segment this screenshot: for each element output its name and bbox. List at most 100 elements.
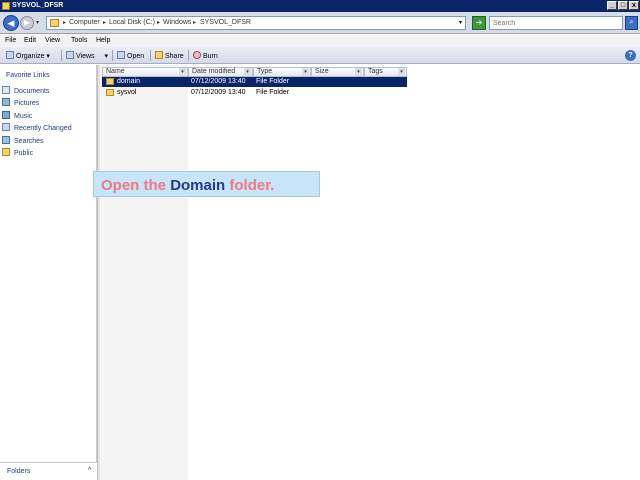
folder-icon: [106, 78, 114, 85]
breadcrumb-separator[interactable]: ▸: [63, 19, 66, 26]
favorite-links-heading: Favorite Links: [6, 72, 50, 79]
breadcrumb-item-windows[interactable]: Windows: [163, 19, 191, 26]
organize-label: Organize: [16, 53, 45, 60]
help-icon[interactable]: ?: [625, 50, 636, 61]
window-title: SYSVOL_DFSR: [12, 2, 64, 9]
open-button[interactable]: Open: [117, 51, 144, 61]
breadcrumb-item-computer[interactable]: Computer: [69, 19, 100, 26]
file-name: domain: [117, 78, 140, 85]
chevron-down-icon: ▾: [104, 53, 109, 60]
instruction-prefix: Open the: [101, 177, 167, 194]
searches-icon: [2, 136, 10, 144]
pictures-icon: [2, 98, 10, 106]
views-button[interactable]: Views ▾: [66, 51, 108, 61]
column-header-label: Type: [257, 68, 273, 75]
column-header-label: Tags: [368, 68, 383, 75]
share-label: Share: [165, 53, 184, 60]
column-header-date-modified[interactable]: Date modified ▾: [188, 67, 253, 77]
file-type: File Folder: [256, 89, 290, 96]
instruction-text: Open the Domain folder.: [101, 177, 274, 194]
file-name: sysvol: [117, 89, 137, 96]
navigation-pane: Favorite Links Documents Pictures Music …: [0, 65, 97, 480]
nav-link-label: Music: [14, 113, 33, 120]
folders-toggle[interactable]: Folders ^: [0, 462, 97, 480]
public-folder-icon: [2, 148, 10, 156]
instruction-target: Domain: [170, 177, 226, 194]
minimize-button[interactable]: _: [607, 1, 617, 10]
nav-link-label: Recently Changed: [14, 125, 72, 132]
toolbar-divider: [188, 50, 189, 61]
address-dropdown-icon[interactable]: ▾: [459, 19, 462, 26]
nav-link-label: Pictures: [14, 100, 40, 107]
nav-link-music[interactable]: Music: [2, 111, 32, 121]
nav-link-label: Public: [14, 150, 34, 157]
burn-label: Burn: [203, 53, 218, 60]
organize-icon: [6, 51, 14, 59]
breadcrumb-item-sysvol-dfsr[interactable]: SYSVOL_DFSR: [200, 19, 251, 26]
column-header-label: Name: [106, 68, 125, 75]
menu-edit[interactable]: Edit: [24, 37, 36, 44]
column-header-size[interactable]: Size ▾: [311, 67, 364, 77]
file-row-domain[interactable]: domain 07/12/2009 13:40 File Folder: [102, 77, 407, 87]
breadcrumb-separator[interactable]: ▸: [157, 19, 160, 26]
address-bar: ◀ ▶ ▾ ▸ Computer ▸ Local Disk (C:) ▸ Win…: [0, 12, 640, 34]
breadcrumb-item-local-disk[interactable]: Local Disk (C:): [109, 19, 155, 26]
back-arrow-icon[interactable]: ◀: [3, 15, 19, 31]
column-filter-icon[interactable]: ▾: [355, 68, 362, 76]
search-input[interactable]: [490, 17, 608, 29]
column-header-type[interactable]: Type ▾: [253, 67, 311, 77]
nav-link-documents[interactable]: Documents: [2, 86, 49, 96]
breadcrumb[interactable]: ▸ Computer ▸ Local Disk (C:) ▸ Windows ▸…: [46, 16, 466, 30]
history-dropdown-icon[interactable]: ▾: [36, 19, 39, 26]
column-header-tags[interactable]: Tags ▾: [364, 67, 407, 77]
recently-changed-icon: [2, 123, 10, 131]
column-header-name[interactable]: Name ▾: [102, 67, 188, 77]
file-list: Name ▾ Date modified ▾ Type ▾ Size ▾ Tag…: [100, 65, 640, 480]
nav-link-public[interactable]: Public: [2, 148, 33, 158]
open-icon: [117, 51, 125, 59]
column-filter-icon[interactable]: ▾: [244, 68, 251, 76]
column-header-label: Date modified: [192, 68, 236, 75]
maximize-button[interactable]: □: [618, 1, 628, 10]
documents-icon: [2, 86, 10, 94]
refresh-icon[interactable]: ➔: [472, 16, 486, 30]
views-icon: [66, 51, 74, 59]
nav-link-searches[interactable]: Searches: [2, 136, 44, 146]
share-button[interactable]: Share: [155, 51, 184, 61]
menu-view[interactable]: View: [45, 37, 60, 44]
music-icon: [2, 111, 10, 119]
nav-link-pictures[interactable]: Pictures: [2, 98, 39, 108]
forward-arrow-icon[interactable]: ▶: [20, 16, 34, 30]
menu-file[interactable]: File: [5, 37, 16, 44]
menu-tools[interactable]: Tools: [71, 37, 87, 44]
folders-label: Folders: [7, 468, 31, 475]
toolbar-divider: [150, 50, 151, 61]
chevron-down-icon: ▾: [46, 53, 50, 60]
burn-button[interactable]: Burn: [193, 51, 218, 61]
command-bar: Organize ▾ Views ▾ Open Share Burn ?: [0, 47, 640, 64]
breadcrumb-separator[interactable]: ▸: [103, 19, 106, 26]
column-filter-icon[interactable]: ▾: [398, 68, 405, 76]
search-icon[interactable]: ⌕: [625, 16, 638, 30]
file-row-sysvol[interactable]: sysvol 07/12/2009 13:40 File Folder: [102, 88, 407, 98]
menu-help[interactable]: Help: [96, 37, 110, 44]
instruction-callout: Open the Domain folder.: [93, 171, 320, 197]
column-filter-icon[interactable]: ▾: [179, 68, 186, 76]
organize-button[interactable]: Organize ▾: [6, 51, 50, 61]
share-icon: [155, 51, 163, 59]
folder-icon: [106, 89, 114, 96]
breadcrumb-separator[interactable]: ▸: [193, 19, 196, 26]
views-label: Views: [76, 53, 95, 60]
title-bar: SYSVOL_DFSR _ □ x: [0, 0, 640, 12]
file-date: 07/12/2009 13:40: [191, 78, 246, 85]
column-filter-icon[interactable]: ▾: [302, 68, 309, 76]
instruction-suffix: folder.: [229, 177, 275, 194]
search-box[interactable]: [489, 16, 623, 30]
close-button[interactable]: x: [629, 1, 639, 10]
name-column-background: [100, 65, 188, 480]
burn-disc-icon: [193, 51, 201, 59]
nav-link-label: Searches: [14, 138, 44, 145]
chevron-up-icon: ^: [88, 467, 92, 474]
nav-link-recently-changed[interactable]: Recently Changed: [2, 123, 72, 133]
menu-bar: File Edit View Tools Help: [0, 35, 640, 47]
